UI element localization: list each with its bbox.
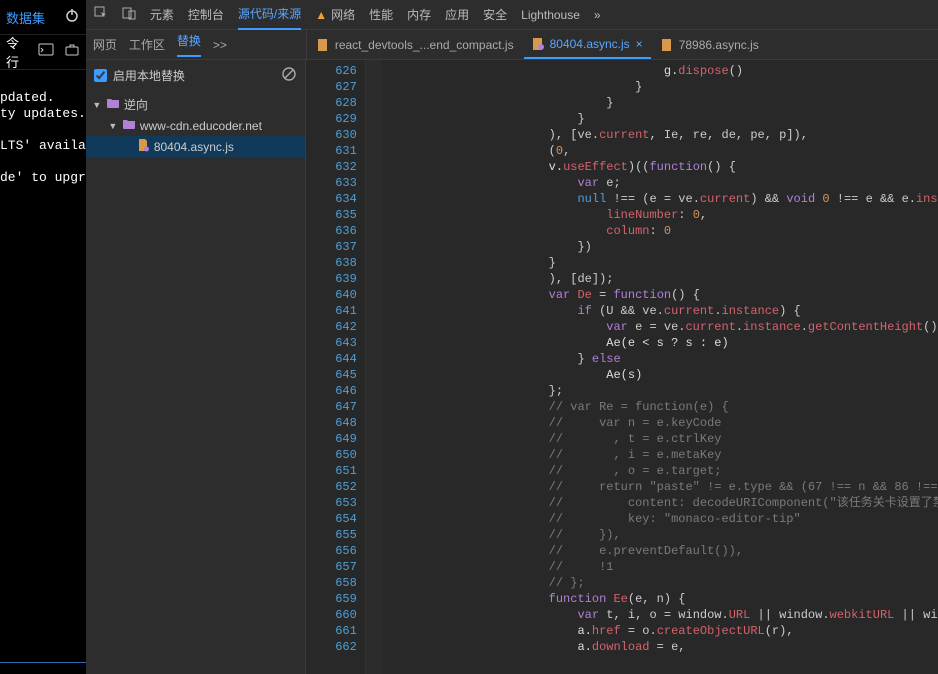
cli-label: 令行: [6, 33, 28, 71]
tree-folder-label: 逆向: [124, 96, 148, 113]
tree-folder-root[interactable]: ▼逆向: [86, 94, 305, 115]
tab-元素[interactable]: 元素: [150, 0, 174, 30]
editor-tab[interactable]: react_devtools_...end_compact.js: [309, 31, 522, 59]
navigator-pane: 启用本地替换 ▼逆向 ▼www-cdn.educoder.net 80404.a…: [86, 60, 306, 674]
terminal-output: pdated.ty updates. LTS' availa de' to up…: [0, 70, 86, 186]
code-content[interactable]: g.dispose() } } } ), [ve.current, Ie, re…: [366, 60, 938, 655]
close-tab-icon[interactable]: ×: [636, 37, 643, 51]
inspect-element-icon[interactable]: [94, 6, 108, 23]
left-panel-footer: [0, 662, 86, 674]
tab-网络[interactable]: ▲ 网络: [315, 0, 355, 30]
code-editor[interactable]: 6266276286296306316326336346356366376386…: [306, 60, 938, 674]
sources-subtab-替换[interactable]: 替换: [177, 32, 201, 57]
fold-gutter: [366, 60, 382, 674]
editor-tabs: react_devtools_...end_compact.js 80404.as…: [306, 30, 938, 59]
line-number-gutter: 6266276286296306316326336346356366376386…: [306, 60, 366, 674]
editor-tab[interactable]: 80404.async.js ×: [524, 31, 651, 59]
tab-内存[interactable]: 内存: [407, 0, 431, 30]
tree-folder-domain[interactable]: ▼www-cdn.educoder.net: [86, 115, 305, 136]
editor-tab-label: 78986.async.js: [679, 38, 759, 52]
sources-subtab-网页[interactable]: 网页: [93, 36, 117, 53]
editor-tab-label: react_devtools_...end_compact.js: [335, 38, 514, 52]
tree-folder-label: www-cdn.educoder.net: [140, 119, 262, 133]
enable-local-overrides-checkbox[interactable]: 启用本地替换: [94, 67, 185, 84]
dataset-label: 数据集: [6, 8, 45, 27]
sources-subtab-overflow[interactable]: >>: [213, 38, 227, 52]
devtools-window: 元素控制台源代码/来源▲ 网络性能内存应用安全Lighthouse » 7 网页…: [86, 0, 938, 674]
tab-源代码/来源[interactable]: 源代码/来源: [238, 0, 301, 30]
file-tree: ▼逆向 ▼www-cdn.educoder.net 80404.async.js: [86, 90, 305, 161]
editor-tab-label: 80404.async.js: [550, 37, 630, 51]
terminal-icon[interactable]: [38, 42, 54, 62]
tab-Lighthouse[interactable]: Lighthouse: [521, 0, 580, 30]
tab-应用[interactable]: 应用: [445, 0, 469, 30]
tab-安全[interactable]: 安全: [483, 0, 507, 30]
tab-性能[interactable]: 性能: [369, 0, 393, 30]
tab-控制台[interactable]: 控制台: [188, 0, 224, 30]
left-app-panel: 数据集 令行 pdated.ty updates. LTS' availa de…: [0, 0, 86, 674]
sources-subtab-工作区[interactable]: 工作区: [129, 36, 165, 53]
devtools-main-tabbar: 元素控制台源代码/来源▲ 网络性能内存应用安全Lighthouse » 7: [86, 0, 938, 30]
clear-overrides-icon[interactable]: [281, 66, 297, 85]
power-icon[interactable]: [64, 7, 80, 27]
device-toolbar-icon[interactable]: [122, 6, 136, 23]
tree-file-item[interactable]: 80404.async.js: [86, 136, 305, 157]
sources-subbar: 网页工作区替换 >> react_devtools_...end_compact.…: [86, 30, 938, 60]
editor-tab[interactable]: 78986.async.js: [653, 31, 767, 59]
tree-file-label: 80404.async.js: [154, 140, 234, 154]
tabs-overflow-button[interactable]: »: [594, 0, 601, 30]
toolbox-icon[interactable]: [64, 42, 80, 62]
